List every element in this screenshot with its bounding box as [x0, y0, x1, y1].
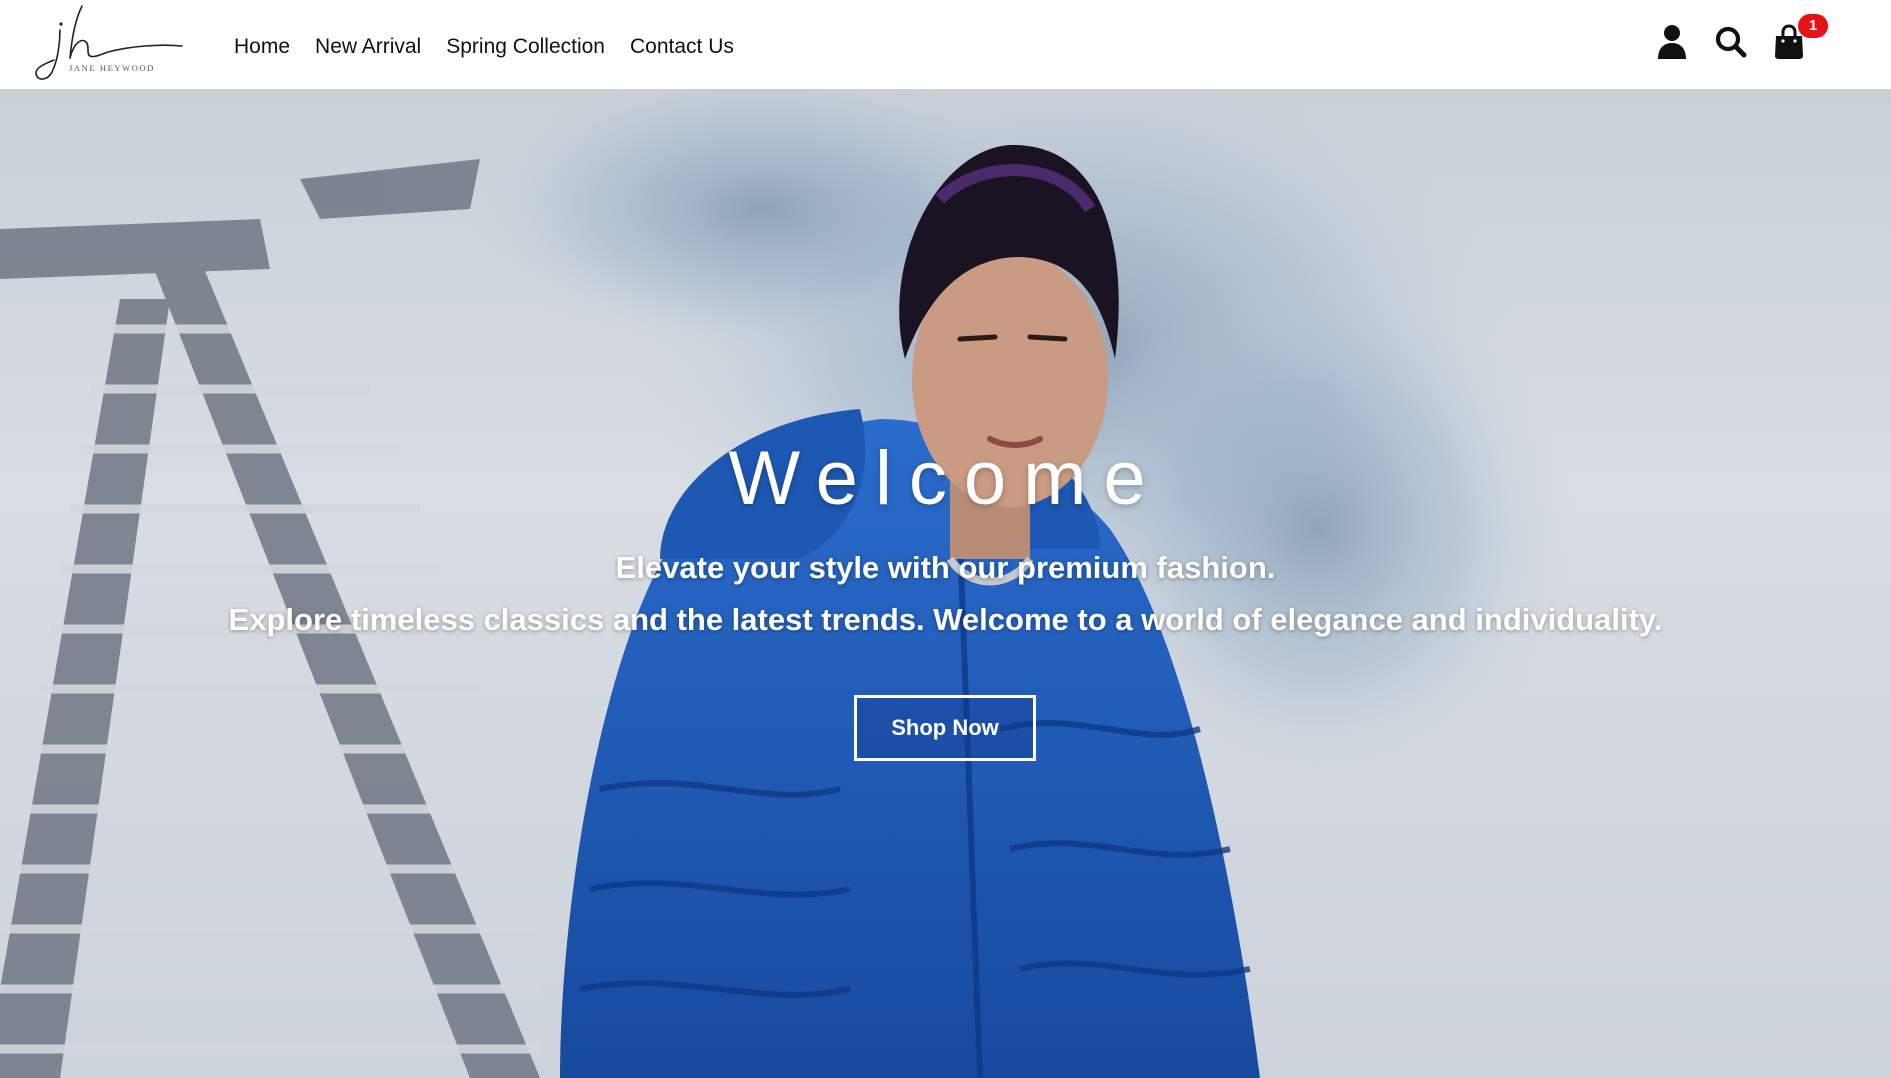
- main-nav: Home New Arrival Spring Collection Conta…: [234, 34, 759, 60]
- shop-now-button[interactable]: Shop Now: [854, 695, 1036, 761]
- hero-tagline-line2: Explore timeless classics and the latest…: [228, 602, 1663, 637]
- cart-count-badge: 1: [1798, 14, 1828, 38]
- nav-item-spring-collection[interactable]: Spring Collection: [446, 34, 605, 60]
- hero-banner: Welcome Elevate your style with our prem…: [0, 89, 1891, 1078]
- nav-item-home[interactable]: Home: [234, 34, 290, 60]
- site-header: JANE HEYWOOD Home New Arrival Spring Col…: [0, 0, 1891, 89]
- account-button[interactable]: [1654, 22, 1690, 62]
- logo-caption: JANE HEYWOOD: [69, 63, 156, 73]
- hero-title: Welcome: [728, 436, 1163, 521]
- nav-item-new-arrival[interactable]: New Arrival: [315, 34, 421, 60]
- brand-logo[interactable]: JANE HEYWOOD: [30, 2, 184, 84]
- nav-item-contact-us[interactable]: Contact Us: [630, 34, 734, 60]
- user-icon: [1658, 25, 1686, 59]
- hero-tagline-line1: Elevate your style with our premium fash…: [615, 550, 1276, 585]
- search-icon: [1715, 26, 1747, 58]
- search-button[interactable]: [1713, 22, 1749, 62]
